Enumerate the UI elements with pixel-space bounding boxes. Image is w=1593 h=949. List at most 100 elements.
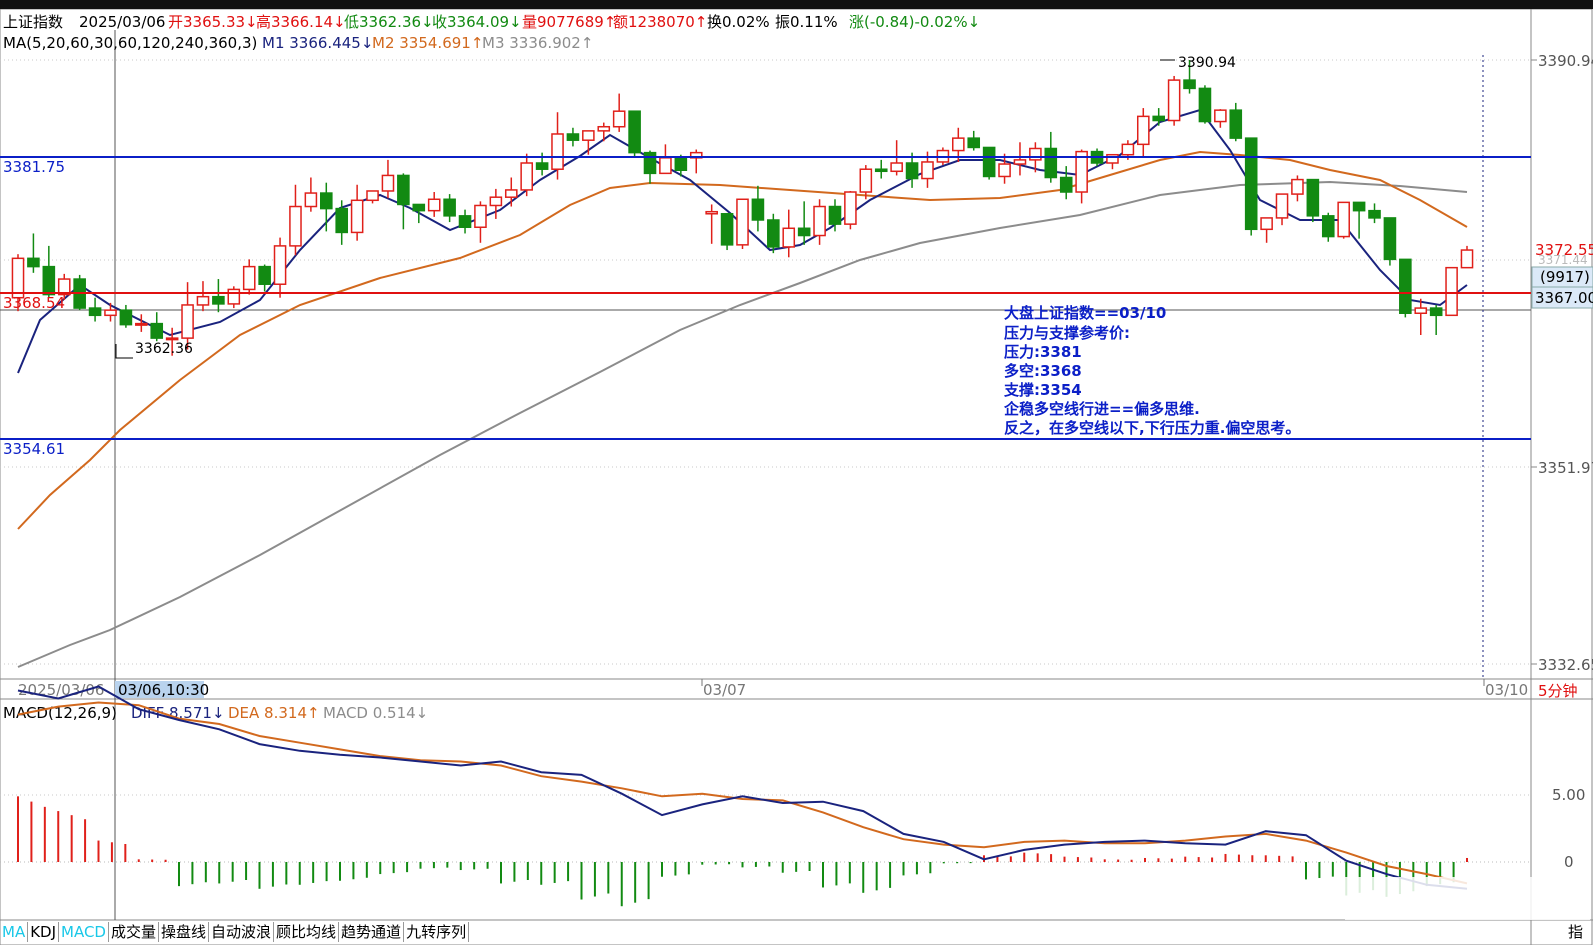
candle-up[interactable] — [1214, 109, 1227, 123]
candle-up[interactable] — [659, 157, 672, 175]
candle-up[interactable] — [736, 198, 749, 246]
candle-down[interactable] — [212, 295, 225, 305]
candle-down[interactable] — [42, 265, 56, 296]
candle-down[interactable] — [628, 110, 641, 154]
tab-kdj[interactable]: KDJ — [28, 922, 60, 942]
tab-auto-wave[interactable]: 自动波浪 — [209, 922, 275, 942]
candle-up[interactable] — [196, 295, 210, 306]
candle-up[interactable] — [520, 162, 533, 191]
candle-up[interactable] — [1260, 217, 1273, 231]
candle-down[interactable] — [751, 198, 765, 221]
candle-down[interactable] — [643, 151, 657, 175]
candle-down[interactable] — [720, 213, 734, 246]
candle-down[interactable] — [1399, 258, 1412, 314]
candle-up[interactable] — [1460, 249, 1474, 269]
candle-down[interactable] — [1152, 115, 1166, 122]
candle-down[interactable] — [258, 265, 271, 285]
candle-down[interactable] — [335, 207, 349, 234]
candle-down[interactable] — [1352, 201, 1366, 212]
candle-up[interactable] — [489, 196, 503, 207]
tab-volume[interactable]: 成交量 — [109, 922, 159, 942]
candle-up[interactable] — [427, 198, 441, 212]
candle-down[interactable] — [1321, 215, 1335, 238]
candle-up[interactable] — [597, 125, 611, 132]
candle-up[interactable] — [1106, 153, 1119, 164]
candle-down[interactable] — [1198, 87, 1212, 123]
candle-down[interactable] — [828, 205, 842, 225]
candle-up[interactable] — [1337, 201, 1350, 238]
candle-up[interactable] — [381, 174, 395, 192]
candle-down[interactable] — [674, 157, 688, 172]
tab-gmma[interactable]: 顾比均线 — [274, 922, 340, 942]
candle-down[interactable] — [905, 162, 919, 180]
candle-up[interactable] — [11, 257, 25, 299]
candle-up[interactable] — [104, 309, 117, 317]
candle-down[interactable] — [1044, 147, 1058, 179]
candle-up[interactable] — [551, 133, 564, 170]
candle-down[interactable] — [397, 174, 410, 206]
candle-up[interactable] — [165, 337, 179, 341]
chart-canvas[interactable]: 3390.94 3362.36 3381.75 3368.54 3354.61 … — [0, 0, 1593, 946]
candle-up[interactable] — [350, 199, 364, 234]
candle-up[interactable] — [1445, 266, 1458, 317]
candle-down[interactable] — [1244, 137, 1258, 231]
candle-down[interactable] — [319, 192, 333, 210]
candle-up[interactable] — [1275, 193, 1289, 219]
candle-up[interactable] — [705, 210, 718, 215]
tab-trend-channel[interactable]: 趋势通道 — [339, 922, 405, 942]
candle-up[interactable] — [859, 168, 873, 193]
candle-up[interactable] — [782, 227, 796, 248]
candle-up[interactable] — [1013, 159, 1027, 165]
indicator-tab-right[interactable]: 指 — [1568, 922, 1583, 942]
candle-down[interactable] — [458, 215, 472, 228]
candle-up[interactable] — [952, 137, 965, 152]
candle-up[interactable] — [504, 189, 518, 198]
candle-down[interactable] — [1429, 307, 1443, 317]
candle-down[interactable] — [119, 309, 133, 326]
candle-down[interactable] — [535, 162, 549, 170]
tab-td-sequential[interactable]: 九转序列 — [404, 922, 470, 942]
candle-down[interactable] — [797, 227, 811, 237]
candle-up[interactable] — [366, 190, 379, 202]
candle-up[interactable] — [844, 191, 857, 225]
candle-down[interactable] — [1383, 217, 1397, 261]
candle-down[interactable] — [27, 257, 40, 268]
candle-up[interactable] — [289, 205, 302, 247]
candle-up[interactable] — [1029, 147, 1042, 161]
candle-down[interactable] — [1059, 176, 1073, 193]
candle-up[interactable] — [1136, 115, 1150, 146]
candle-down[interactable] — [1306, 178, 1320, 217]
candle-up[interactable] — [181, 304, 194, 339]
candle-up[interactable] — [582, 130, 595, 141]
candle-down[interactable] — [874, 168, 888, 173]
candle-up[interactable] — [304, 192, 318, 208]
tab-ma[interactable]: MA — [0, 922, 29, 942]
tab-macd[interactable]: MACD — [59, 922, 109, 942]
candle-up[interactable] — [242, 265, 256, 291]
candle-down[interactable] — [443, 198, 456, 217]
candle-down[interactable] — [566, 133, 580, 141]
candle-down[interactable] — [982, 146, 996, 178]
candle-up[interactable] — [998, 163, 1011, 178]
candle-up[interactable] — [921, 161, 934, 180]
period-label[interactable]: 5分钟 — [1538, 682, 1578, 700]
candle-up[interactable] — [273, 245, 287, 285]
candle-down[interactable] — [1229, 109, 1243, 139]
candle-down[interactable] — [1368, 209, 1381, 219]
candle-up[interactable] — [1121, 143, 1135, 156]
candle-up[interactable] — [1414, 307, 1428, 314]
candle-up[interactable] — [612, 110, 626, 128]
candle-up[interactable] — [227, 288, 241, 305]
candle-down[interactable] — [412, 203, 426, 212]
candle-up[interactable] — [135, 322, 148, 326]
candle-down[interactable] — [1183, 79, 1196, 90]
candle-up[interactable] — [474, 204, 487, 228]
candle-up[interactable] — [1167, 79, 1181, 122]
candle-down[interactable] — [767, 219, 780, 248]
candle-up[interactable] — [890, 162, 903, 173]
candle-up[interactable] — [1291, 178, 1304, 195]
candle-down[interactable] — [88, 307, 102, 317]
tab-operation-line[interactable]: 操盘线 — [159, 922, 210, 942]
candle-down[interactable] — [967, 137, 981, 149]
candle-down[interactable] — [150, 322, 164, 339]
